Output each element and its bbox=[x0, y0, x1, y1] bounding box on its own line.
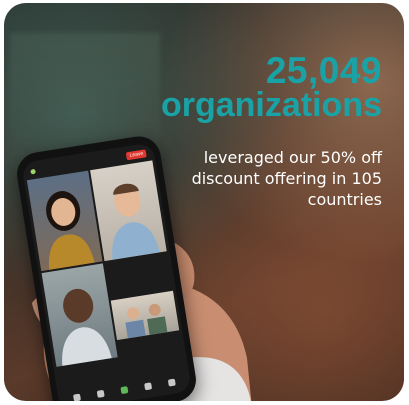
call-toolbar bbox=[63, 372, 185, 401]
participant-tile bbox=[41, 263, 118, 367]
participant-group bbox=[125, 303, 168, 339]
stat-unit: organizations bbox=[160, 86, 382, 125]
stat-number: 25,049 bbox=[265, 50, 382, 91]
participant-tile bbox=[90, 160, 167, 262]
participant-woman bbox=[46, 191, 95, 270]
leave-button: Leave bbox=[126, 149, 147, 161]
headline: 25,049 organizations bbox=[160, 50, 382, 125]
participant-man bbox=[112, 183, 160, 260]
stat-description: leveraged our 50% off discount offering … bbox=[191, 148, 382, 209]
participants-icon bbox=[144, 381, 153, 390]
more-icon bbox=[168, 378, 177, 387]
mic-icon bbox=[72, 393, 81, 401]
participant-man-2 bbox=[62, 288, 112, 366]
promo-card: 25,049 organizations leveraged our 50% o… bbox=[4, 3, 404, 401]
video-call-screen: Leave bbox=[21, 142, 192, 401]
participant-tile bbox=[110, 290, 180, 341]
share-icon bbox=[120, 385, 129, 394]
camera-icon bbox=[96, 389, 105, 398]
participant-tile bbox=[26, 170, 103, 272]
status-dot-icon bbox=[30, 168, 36, 175]
